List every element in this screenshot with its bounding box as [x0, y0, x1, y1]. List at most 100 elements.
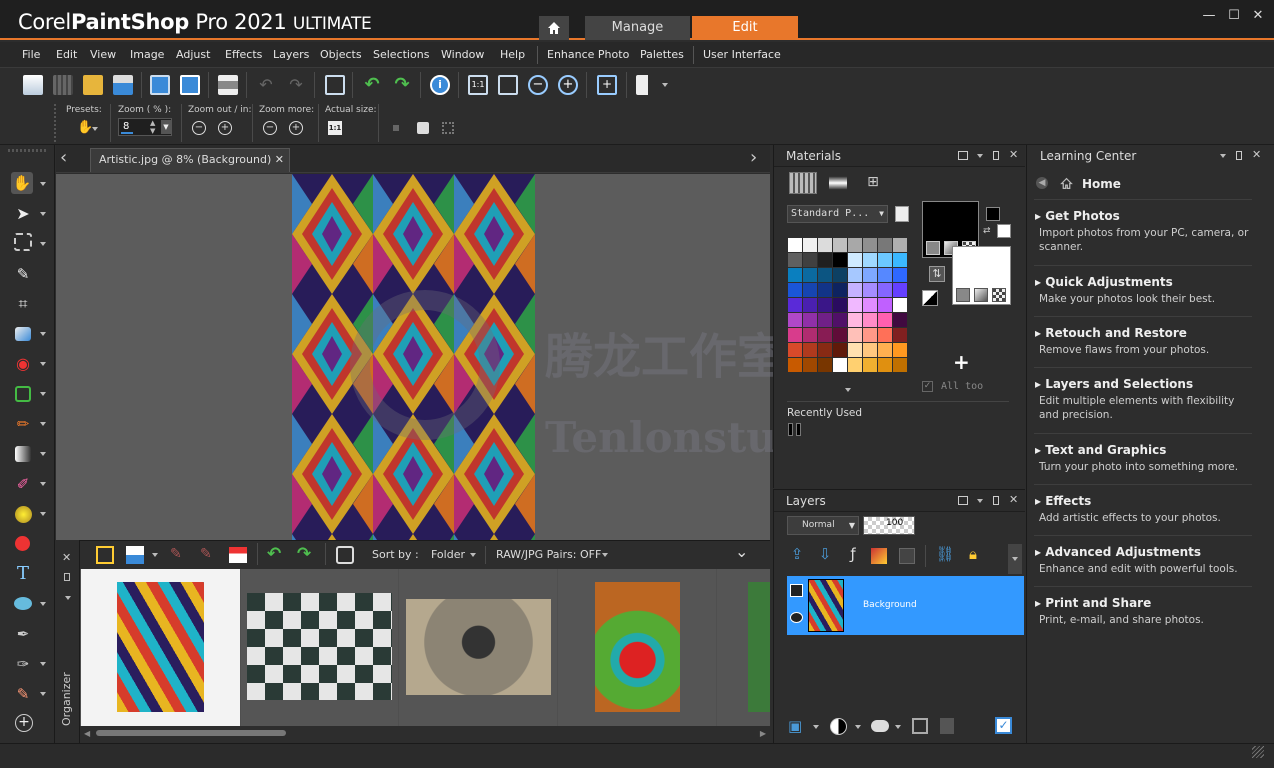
color-swatch[interactable]: [818, 238, 832, 252]
actual-size-icon[interactable]: 1:1: [468, 75, 488, 95]
scrollbar-thumb[interactable]: [96, 730, 286, 736]
collapse-organizer-icon[interactable]: ⌄: [735, 542, 748, 561]
bg-gradient-icon[interactable]: [974, 288, 988, 302]
lc-section-effects[interactable]: ▸ Effects Add artistic effects to your p…: [1035, 494, 1250, 525]
color-swatch[interactable]: [833, 268, 847, 282]
color-swatch[interactable]: [878, 268, 892, 282]
chevron-down-icon[interactable]: [40, 332, 46, 336]
menu-view[interactable]: View: [90, 48, 116, 61]
recent-swatch[interactable]: [788, 423, 793, 436]
pin-icon[interactable]: [993, 151, 999, 160]
pin-icon[interactable]: [64, 573, 70, 581]
color-swatch[interactable]: [818, 313, 832, 327]
chevron-down-icon[interactable]: [813, 725, 819, 729]
color-swatch[interactable]: [833, 283, 847, 297]
color-swatch[interactable]: [848, 343, 862, 357]
option-icon-small[interactable]: [393, 125, 399, 131]
layer-visibility-eye-icon[interactable]: [790, 612, 803, 623]
thumbnail-artistic[interactable]: [117, 582, 204, 712]
color-swatch[interactable]: [893, 298, 907, 312]
thumbnail-leaves[interactable]: [748, 582, 770, 712]
tag-brush-icon[interactable]: ✎: [170, 546, 188, 564]
chevron-down-icon[interactable]: [895, 725, 901, 729]
color-swatch[interactable]: [818, 328, 832, 342]
fg-style-icon[interactable]: [926, 241, 940, 255]
color-replacer-tool-icon[interactable]: [15, 506, 32, 523]
color-swatch[interactable]: [878, 253, 892, 267]
document-tab-close-icon[interactable]: ✕: [275, 149, 284, 171]
home-tab[interactable]: [539, 16, 569, 40]
chevron-down-icon[interactable]: [40, 182, 46, 186]
pen-tool-icon[interactable]: ✒: [12, 623, 34, 645]
resize-icon[interactable]: [325, 75, 345, 95]
eraser-tool-icon[interactable]: ✐: [12, 473, 34, 495]
zoom-more-out-icon[interactable]: −: [263, 121, 277, 135]
redo-disabled-icon[interactable]: ↷: [286, 75, 306, 95]
color-swatch[interactable]: [863, 238, 877, 252]
navigation-icon[interactable]: [96, 546, 114, 564]
chevron-down-icon[interactable]: [40, 212, 46, 216]
organizer-scrollbar[interactable]: ◀ ▶: [80, 726, 770, 740]
color-swatch[interactable]: [878, 358, 892, 372]
actual-size-small-icon[interactable]: 1:1: [328, 121, 342, 135]
palette-book-icon[interactable]: [895, 206, 909, 222]
chevron-down-icon[interactable]: [855, 725, 861, 729]
refresh-icon[interactable]: [336, 546, 354, 564]
color-swatch[interactable]: [803, 253, 817, 267]
text-tool-icon[interactable]: T: [12, 563, 34, 585]
fill-tool-icon[interactable]: [15, 536, 30, 551]
chevron-down-icon[interactable]: [40, 452, 46, 456]
color-swatch[interactable]: [788, 313, 802, 327]
warp-brush-tool-icon[interactable]: ✑: [12, 653, 34, 675]
fit-window-icon[interactable]: [498, 75, 518, 95]
add-color-icon[interactable]: +: [953, 350, 970, 374]
new-from-clipboard-icon[interactable]: [53, 75, 73, 95]
close-window-button[interactable]: ✕: [1250, 8, 1266, 24]
chevron-down-icon[interactable]: [40, 692, 46, 696]
merge-icon[interactable]: [912, 718, 928, 734]
chevron-down-icon[interactable]: [40, 482, 46, 486]
layer-properties-icon[interactable]: ✓: [995, 717, 1012, 734]
lc-section-retouch-restore[interactable]: ▸ Retouch and Restore Remove flaws from …: [1035, 326, 1250, 357]
color-swatch[interactable]: [848, 313, 862, 327]
zoom-dropdown-icon[interactable]: ▼: [161, 120, 171, 134]
back-icon[interactable]: ◀: [1036, 177, 1048, 189]
chevron-down-icon[interactable]: [40, 242, 46, 246]
pick-tool-icon[interactable]: ➤: [12, 203, 34, 225]
color-swatch[interactable]: [803, 238, 817, 252]
lc-section-quick-adjustments[interactable]: ▸ Quick Adjustments Make your photos loo…: [1035, 275, 1250, 306]
color-swatch[interactable]: [818, 253, 832, 267]
option-icon-fit[interactable]: [417, 122, 429, 134]
color-swatch[interactable]: [833, 358, 847, 372]
chevron-down-icon[interactable]: [40, 362, 46, 366]
chevron-down-icon[interactable]: [40, 662, 46, 666]
chevron-down-icon[interactable]: [40, 602, 46, 606]
color-swatch[interactable]: [893, 358, 907, 372]
info-icon[interactable]: i: [430, 75, 450, 95]
color-swatch[interactable]: [833, 298, 847, 312]
thumbnail-tiles[interactable]: [247, 593, 392, 700]
color-swatch[interactable]: [863, 283, 877, 297]
chevron-down-icon[interactable]: [65, 596, 71, 600]
color-swatch[interactable]: [803, 268, 817, 282]
zoom-more-in-icon[interactable]: +: [289, 121, 303, 135]
panel-close-icon[interactable]: ✕: [1252, 148, 1261, 161]
color-swatch[interactable]: [893, 313, 907, 327]
menu-palettes[interactable]: Palettes: [640, 48, 684, 61]
pan-hand-icon[interactable]: ✋: [77, 120, 93, 135]
maximize-button[interactable]: ☐: [1226, 8, 1242, 24]
zoom-in-small-icon[interactable]: +: [218, 121, 232, 135]
menu-layers[interactable]: Layers: [273, 48, 309, 61]
lock-layer-icon[interactable]: 🔒︎: [963, 545, 983, 565]
chevron-down-icon[interactable]: [977, 154, 983, 158]
color-swatch[interactable]: [863, 313, 877, 327]
recent-swatch[interactable]: [796, 423, 801, 436]
reset-colors-icon[interactable]: [922, 290, 938, 306]
color-swatch[interactable]: [788, 343, 802, 357]
color-swatch[interactable]: [848, 238, 862, 252]
blend-mode-select[interactable]: Normal ▼: [787, 516, 859, 535]
menu-enhance-photo[interactable]: Enhance Photo: [547, 48, 629, 61]
chevron-down-icon[interactable]: [602, 553, 608, 557]
resize-grip-icon[interactable]: [1252, 746, 1264, 758]
swatches-tab-icon[interactable]: [789, 172, 817, 194]
